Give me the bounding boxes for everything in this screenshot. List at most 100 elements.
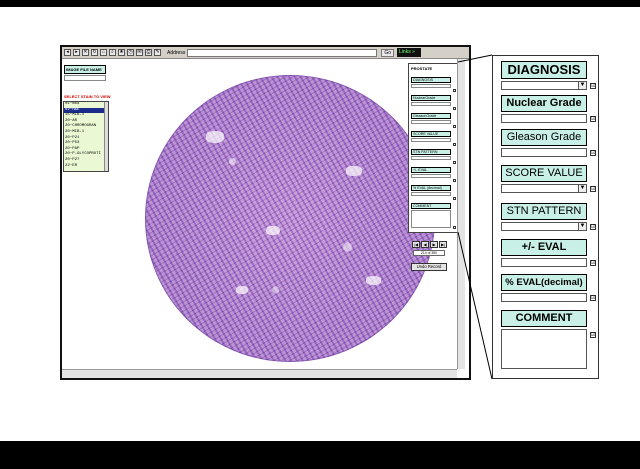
refresh-icon[interactable]: ↻ — [91, 49, 98, 56]
label-percent-eval: % EVAL(decimal) — [501, 274, 587, 291]
checkbox-diagnosis[interactable]: ☑ — [590, 83, 596, 89]
image-file-name-label: IMAGE FILE NAME — [64, 65, 106, 74]
input-percent-eval[interactable] — [501, 293, 587, 302]
form-panel-title: PROSTATE — [411, 66, 433, 71]
stain-select-label: SELECT STAIN TO VIEW — [64, 94, 111, 99]
select-stn-pattern[interactable]: ▼ — [501, 222, 587, 231]
mini-field-percent-eval: % EVAL (decimal) — [411, 185, 451, 196]
checkbox-nuclear-grade[interactable]: ☑ — [590, 116, 596, 122]
field-comment: COMMENT — [501, 310, 587, 369]
links-bar[interactable]: Links » — [397, 48, 422, 57]
prostate-form-panel: PROSTATE DIAGNOSIS NuclearGrade GleasonG… — [408, 63, 458, 233]
label-nuclear-grade: Nuclear Grade — [501, 95, 587, 112]
select-score-value[interactable]: ▼ — [501, 184, 587, 193]
back-icon[interactable]: ◂ — [64, 49, 71, 56]
stop-icon[interactable]: ✕ — [82, 49, 89, 56]
favorites-icon[interactable]: ★ — [118, 49, 125, 56]
record-navigation: |◀ ◀ ▶ ▶| — [412, 241, 447, 248]
chevron-down-icon[interactable]: ▼ — [578, 82, 586, 89]
field-nuclear-grade: Nuclear Grade — [501, 95, 587, 123]
mini-checkbox-nuclear-grade[interactable] — [453, 107, 456, 110]
field-gleason-grade: Gleason Grade — [501, 129, 587, 157]
next-record-button[interactable]: ▶ — [430, 241, 438, 248]
last-record-button[interactable]: ▶| — [439, 241, 447, 248]
textarea-comment[interactable] — [501, 329, 587, 369]
vertical-scrollbar[interactable] — [457, 59, 465, 369]
enlarged-form-panel: DIAGNOSIS ▼ ☑ Nuclear Grade ☑ Gleason Gr… — [492, 55, 599, 379]
stain-option[interactable]: 22~ER — [64, 164, 108, 170]
mini-field-diagnosis: DIAGNOSIS — [411, 77, 451, 88]
mini-field-stn-pattern: STN PATTERN — [411, 149, 451, 160]
search-icon[interactable]: ⌕ — [109, 49, 116, 56]
mini-checkbox-score-value[interactable] — [453, 143, 456, 146]
checkbox-plus-minus-eval[interactable]: ☑ — [590, 260, 596, 266]
mini-field-plus-minus-eval: +/- EVAL — [411, 167, 451, 178]
mail-icon[interactable]: ✉ — [136, 49, 143, 56]
label-stn-pattern: STN PATTERN — [501, 203, 587, 220]
tissue-gland-lumen — [266, 226, 280, 235]
chevron-down-icon[interactable]: ▼ — [578, 223, 586, 230]
mini-field-score-value: SCORE VALUE — [411, 131, 451, 142]
mini-label-diagnosis: DIAGNOSIS — [411, 77, 451, 83]
mini-checkbox-comment[interactable] — [453, 226, 456, 229]
mini-input-gleason-grade[interactable] — [411, 120, 451, 124]
checkbox-comment[interactable]: ☑ — [590, 332, 596, 338]
mini-checkbox-percent-eval[interactable] — [453, 197, 456, 200]
checkbox-stn-pattern[interactable]: ☑ — [590, 224, 596, 230]
mini-select-diagnosis[interactable] — [411, 84, 451, 88]
mini-checkbox-stn-pattern[interactable] — [453, 161, 456, 164]
label-comment: COMMENT — [501, 310, 587, 327]
checkbox-score-value[interactable]: ☑ — [590, 186, 596, 192]
print-icon[interactable]: ⎙ — [145, 49, 152, 56]
history-icon[interactable]: ◷ — [127, 49, 134, 56]
mini-field-comment: COMMENT — [411, 203, 451, 228]
edit-icon[interactable]: ✎ — [154, 49, 161, 56]
tissue-gland-lumen — [236, 286, 248, 294]
tissue-gland-lumen — [346, 166, 362, 176]
mini-checkbox-diagnosis[interactable] — [453, 89, 456, 92]
browser-toolbar: ◂ ▸ ✕ ↻ ⌂ ⌕ ★ ◷ ✉ ⎙ ✎ Address Go Links » — [62, 47, 469, 59]
address-input[interactable] — [187, 48, 378, 57]
mini-checkbox-plus-minus-eval[interactable] — [453, 179, 456, 182]
first-record-button[interactable]: |◀ — [412, 241, 420, 248]
field-diagnosis: DIAGNOSIS ▼ — [501, 61, 587, 90]
mini-checkbox-gleason-grade[interactable] — [453, 125, 456, 128]
label-diagnosis: DIAGNOSIS — [501, 61, 587, 79]
mini-input-percent-eval[interactable] — [411, 192, 451, 196]
input-plus-minus-eval[interactable] — [501, 258, 587, 267]
record-counter: 214 of 390 — [413, 250, 445, 256]
input-gleason-grade[interactable] — [501, 148, 587, 157]
mini-label-plus-minus-eval: +/- EVAL — [411, 167, 451, 173]
address-label: Address — [167, 49, 186, 56]
mini-select-score-value[interactable] — [411, 138, 451, 142]
mini-label-stn-pattern: STN PATTERN — [411, 149, 451, 155]
previous-record-button[interactable]: ◀ — [421, 241, 429, 248]
mini-textarea-comment[interactable] — [411, 210, 451, 228]
mini-input-nuclear-grade[interactable] — [411, 102, 451, 106]
mini-field-nuclear-grade: NuclearGrade — [411, 95, 451, 106]
stain-listbox[interactable]: 01~mod 02~H&E 15~MIB-1 20~AR 20~CHROMOGR… — [63, 101, 109, 172]
chevron-down-icon[interactable]: ▼ — [578, 185, 586, 192]
forward-icon[interactable]: ▸ — [73, 49, 80, 56]
mini-label-score-value: SCORE VALUE — [411, 131, 451, 137]
mini-field-gleason-grade: GleasonGrade — [411, 113, 451, 124]
mini-select-stn-pattern[interactable] — [411, 156, 451, 160]
field-score-value: SCORE VALUE ▼ — [501, 165, 587, 193]
tissue-gland-lumen — [366, 276, 381, 285]
checkbox-gleason-grade[interactable]: ☑ — [590, 150, 596, 156]
mini-label-comment: COMMENT — [411, 203, 451, 209]
home-icon[interactable]: ⌂ — [100, 49, 107, 56]
image-file-name-field[interactable] — [64, 75, 106, 81]
horizontal-scrollbar[interactable] — [62, 369, 457, 378]
label-score-value: SCORE VALUE — [501, 165, 587, 182]
undo-record-button[interactable]: Undo Record — [411, 263, 447, 271]
go-button[interactable]: Go — [381, 48, 395, 57]
input-nuclear-grade[interactable] — [501, 114, 587, 123]
field-stn-pattern: STN PATTERN ▼ — [501, 203, 587, 231]
label-gleason-grade: Gleason Grade — [501, 129, 587, 146]
application-window: ◂ ▸ ✕ ↻ ⌂ ⌕ ★ ◷ ✉ ⎙ ✎ Address Go Links »… — [60, 45, 471, 380]
stain-list-scrollbar[interactable] — [104, 102, 108, 171]
checkbox-percent-eval[interactable]: ☑ — [590, 295, 596, 301]
select-diagnosis[interactable]: ▼ — [501, 81, 587, 90]
mini-input-plus-minus-eval[interactable] — [411, 174, 451, 178]
